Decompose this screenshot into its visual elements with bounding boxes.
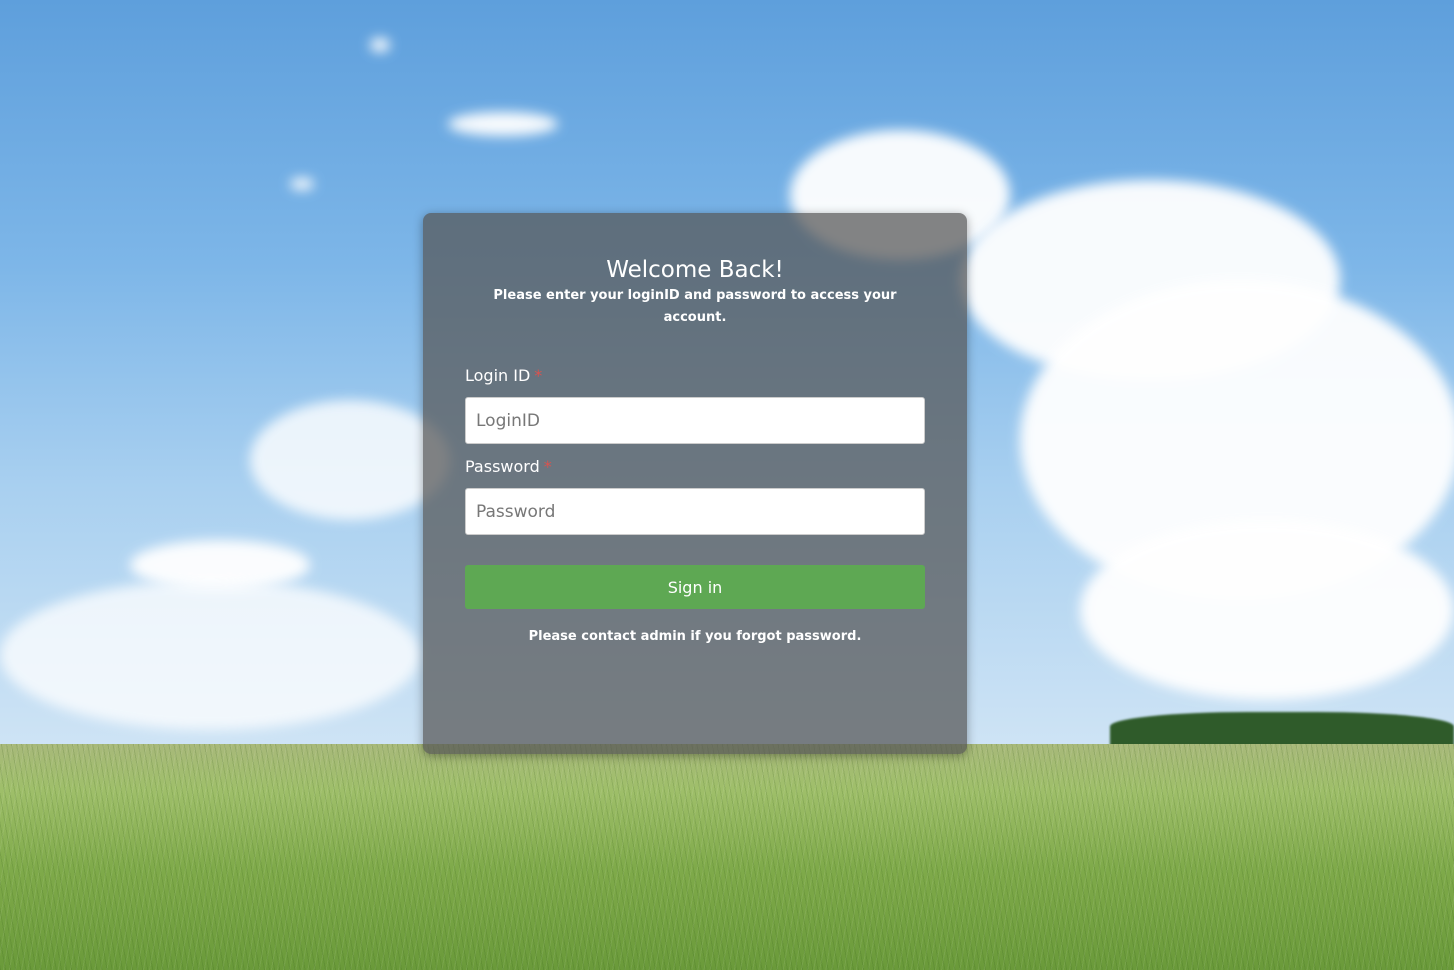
- password-label: Password *: [465, 456, 925, 478]
- login-id-label: Login ID *: [465, 365, 925, 387]
- sign-in-button[interactable]: Sign in: [465, 565, 925, 609]
- login-card: Welcome Back! Please enter your loginID …: [423, 213, 967, 754]
- grass-field: [0, 744, 1454, 970]
- password-label-text: Password: [465, 457, 540, 476]
- login-id-input[interactable]: [465, 397, 925, 444]
- login-id-group: Login ID *: [465, 365, 925, 444]
- password-input[interactable]: [465, 488, 925, 535]
- page-subtitle: Please enter your loginID and password t…: [493, 288, 897, 325]
- treeline: [1110, 712, 1454, 748]
- cloud: [448, 112, 558, 136]
- cloud: [370, 38, 390, 52]
- required-marker: *: [543, 457, 552, 476]
- cloud: [0, 580, 420, 730]
- forgot-password-note: Please contact admin if you forgot passw…: [528, 629, 862, 644]
- cloud: [1080, 520, 1454, 700]
- cloud: [250, 400, 450, 520]
- required-marker: *: [534, 366, 543, 385]
- password-group: Password *: [465, 456, 925, 535]
- login-id-label-text: Login ID: [465, 366, 531, 385]
- cloud: [290, 178, 314, 190]
- page-title: Welcome Back!: [606, 257, 784, 283]
